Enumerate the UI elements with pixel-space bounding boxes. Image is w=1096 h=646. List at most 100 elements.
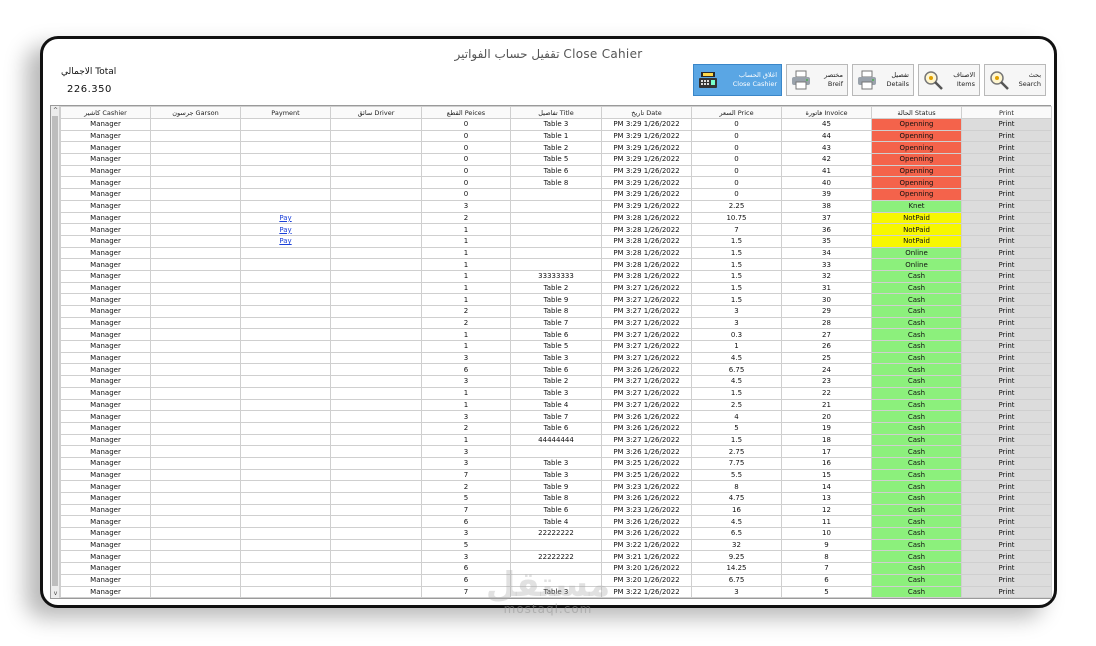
print-button[interactable]: Print (961, 585, 1052, 599)
table-row[interactable]: Manager 0 Table 5 PM 3:29 1/26/2022 0 42 Openn… (60, 153, 1052, 166)
pay-link[interactable]: Pay (240, 211, 331, 225)
table-row[interactable]: Manager 7 Table 3 PM 3:25 1/26/2022 5.5 15 Cas… (60, 468, 1052, 482)
print-button[interactable]: Print (961, 398, 1052, 412)
details-button[interactable]: تفصيل Details (852, 64, 914, 96)
col-header-cashier[interactable]: كاشير Cashier (60, 106, 151, 119)
print-button[interactable]: Print (961, 468, 1052, 482)
table-row[interactable]: Manager 3 Table 3 PM 3:27 1/26/2022 4.5 25 Cas… (60, 351, 1052, 365)
print-button[interactable]: Print (961, 258, 1052, 271)
print-button[interactable]: Print (961, 421, 1052, 435)
table-row[interactable]: Manager 6 Table 6 PM 3:26 1/26/2022 6.75 24 Ca… (60, 363, 1052, 377)
table-row[interactable]: Manager 1 Table 4 PM 3:27 1/26/2022 2.5 21 Cas… (60, 398, 1052, 412)
brief-button[interactable]: مختصر Breif (786, 64, 848, 96)
table-row[interactable]: Manager 0 Table 1 PM 3:29 1/26/2022 0 44 Openn… (60, 129, 1052, 143)
print-button[interactable]: Print (961, 176, 1052, 190)
print-button[interactable]: Print (961, 305, 1052, 318)
print-button[interactable]: Print (961, 246, 1052, 260)
print-button[interactable]: Print (961, 153, 1052, 166)
print-button[interactable]: Print (961, 492, 1052, 505)
table-row[interactable]: Manager 0 Table 3 PM 3:29 1/26/2022 0 45 Openn… (60, 118, 1052, 131)
table-row[interactable]: Manager 0 PM 3:29 1/26/2022 0 39 Openning Prin… (60, 188, 1052, 201)
col-header-invoice[interactable]: فاتورة Invoice (781, 106, 872, 119)
table-row[interactable]: Manager 3 22222222 PM 3:26 1/26/2022 6.5 10 Ca… (60, 527, 1052, 540)
print-button[interactable]: Print (961, 129, 1052, 143)
print-button[interactable]: Print (961, 375, 1052, 388)
table-row[interactable]: Manager 1 33333333 PM 3:28 1/26/2022 1.5 32 Ca… (60, 269, 1052, 283)
table-row[interactable]: Manager 3 Table 3 PM 3:25 1/26/2022 7.75 16 Ca… (60, 456, 1052, 470)
print-button[interactable]: Print (961, 328, 1052, 342)
print-button[interactable]: Print (961, 445, 1052, 458)
close-cashier-button[interactable]: اغلاق الحساب Close Cashier (693, 64, 782, 96)
print-button[interactable]: Print (961, 316, 1052, 330)
print-button[interactable]: Print (961, 456, 1052, 470)
print-button[interactable]: Print (961, 386, 1052, 400)
pay-link[interactable]: Pay (240, 234, 331, 248)
print-button[interactable]: Print (961, 527, 1052, 540)
print-button[interactable]: Print (961, 410, 1052, 423)
print-button[interactable]: Print (961, 269, 1052, 283)
table-row[interactable]: Manager 3 Table 7 PM 3:26 1/26/2022 4 20 Cash P… (60, 410, 1052, 423)
col-header-title[interactable]: تفاصيل Title (510, 106, 602, 119)
table-row[interactable]: Manager 1 PM 3:28 1/26/2022 1.5 34 Online Prin… (60, 246, 1052, 260)
print-button[interactable]: Print (961, 211, 1052, 225)
table-row[interactable]: Manager 1 Table 3 PM 3:27 1/26/2022 1.5 22 Cas… (60, 386, 1052, 400)
table-row[interactable]: Manager 1 Table 6 PM 3:27 1/26/2022 0.3 27 Cas… (60, 328, 1052, 342)
table-row[interactable]: Manager 1 44444444 PM 3:27 1/26/2022 1.5 18 Ca… (60, 433, 1052, 447)
table-row[interactable]: Manager 2 Table 6 PM 3:26 1/26/2022 5 19 Cash P… (60, 421, 1052, 435)
col-header-print[interactable]: Print (961, 106, 1052, 119)
print-button[interactable]: Print (961, 141, 1052, 155)
vertical-scrollbar[interactable]: ^ v (51, 106, 60, 598)
table-row[interactable]: Manager 6 Table 4 PM 3:26 1/26/2022 4.5 11 Cas… (60, 515, 1052, 529)
pay-link[interactable]: Pay (240, 223, 331, 236)
print-button[interactable]: Print (961, 188, 1052, 201)
table-row[interactable]: Manager 1 Table 2 PM 3:27 1/26/2022 1.5 31 Cas… (60, 281, 1052, 295)
table-row[interactable]: Manager 1 PM 3:28 1/26/2022 1.5 33 Online Prin… (60, 258, 1052, 271)
col-header-status[interactable]: الحالة Status (871, 106, 962, 119)
table-row[interactable]: Manager 3 Table 2 PM 3:27 1/26/2022 4.5 23 Cas… (60, 375, 1052, 388)
table-row[interactable]: Manager Pay 1 PM 3:28 1/26/2022 1.5 35 NotPaid… (60, 234, 1052, 248)
print-button[interactable]: Print (961, 293, 1052, 306)
table-row[interactable]: Manager 2 Table 8 PM 3:27 1/26/2022 3 29 Cash P… (60, 305, 1052, 318)
col-header-date[interactable]: تاريخ Date (601, 106, 692, 119)
print-button[interactable]: Print (961, 234, 1052, 248)
print-button[interactable]: Print (961, 164, 1052, 178)
print-button[interactable]: Print (961, 118, 1052, 131)
print-button[interactable]: Print (961, 351, 1052, 365)
col-header-payment[interactable]: Payment (240, 106, 331, 119)
table-row[interactable]: Manager 0 Table 8 PM 3:29 1/26/2022 0 40 Openn… (60, 176, 1052, 190)
scroll-up-arrow[interactable]: ^ (51, 106, 60, 115)
print-button[interactable]: Print (961, 433, 1052, 447)
table-row[interactable]: Manager Pay 2 PM 3:28 1/26/2022 10.75 37 NotPa… (60, 211, 1052, 225)
table-row[interactable]: Manager 1 Table 5 PM 3:27 1/26/2022 1 26 Cash P… (60, 340, 1052, 353)
print-button[interactable]: Print (961, 515, 1052, 529)
table-row[interactable]: Manager 5 PM 3:22 1/26/2022 32 9 Cash Print (60, 538, 1052, 552)
table-row[interactable]: Manager 0 Table 2 PM 3:29 1/26/2022 0 43 Openn… (60, 141, 1052, 155)
table-row[interactable]: Manager 3 PM 3:29 1/26/2022 2.25 38 Knet Print (60, 199, 1052, 213)
scroll-down-arrow[interactable]: v (51, 589, 60, 598)
table-row[interactable]: Manager 2 Table 9 PM 3:23 1/26/2022 8 14 Cash P… (60, 480, 1052, 493)
table-row[interactable]: Manager Pay 1 PM 3:28 1/26/2022 7 36 NotPaid Pr… (60, 223, 1052, 236)
table-row[interactable]: Manager 7 Table 6 PM 3:23 1/26/2022 16 12 Cash… (60, 503, 1052, 517)
print-button[interactable]: Print (961, 573, 1052, 587)
print-button[interactable]: Print (961, 363, 1052, 377)
print-button[interactable]: Print (961, 480, 1052, 493)
print-button[interactable]: Print (961, 538, 1052, 552)
print-button[interactable]: Print (961, 340, 1052, 353)
print-button[interactable]: Print (961, 550, 1052, 564)
print-button[interactable]: Print (961, 281, 1052, 295)
table-row[interactable]: Manager 5 Table 8 PM 3:26 1/26/2022 4.75 13 Ca… (60, 492, 1052, 505)
scroll-thumb[interactable] (52, 116, 58, 586)
col-header-driver[interactable]: سائق Driver (330, 106, 422, 119)
col-header-pieces[interactable]: القطع Peices (421, 106, 511, 119)
print-button[interactable]: Print (961, 562, 1052, 575)
search-button[interactable]: بحث Search (984, 64, 1046, 96)
table-row[interactable]: Manager 2 Table 7 PM 3:27 1/26/2022 3 28 Cash P… (60, 316, 1052, 330)
items-button[interactable]: الاصناف Items (918, 64, 980, 96)
table-row[interactable]: Manager 0 Table 6 PM 3:29 1/26/2022 0 41 Openn… (60, 164, 1052, 178)
table-row[interactable]: Manager 1 Table 9 PM 3:27 1/26/2022 1.5 30 Cas… (60, 293, 1052, 306)
col-header-price[interactable]: السعر Price (691, 106, 782, 119)
print-button[interactable]: Print (961, 503, 1052, 517)
col-header-garson[interactable]: جرسون Garson (150, 106, 241, 119)
table-row[interactable]: Manager 3 PM 3:26 1/26/2022 2.75 17 Cash Print (60, 445, 1052, 458)
print-button[interactable]: Print (961, 223, 1052, 236)
